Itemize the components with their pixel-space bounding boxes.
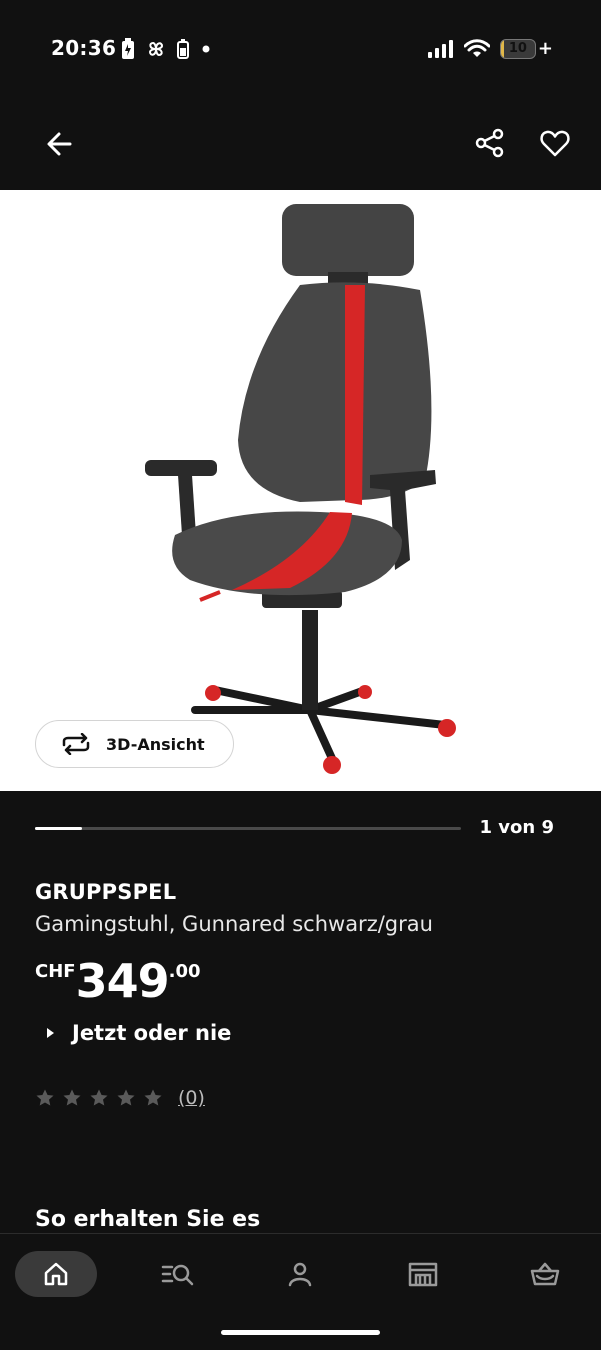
fan-icon (148, 41, 164, 57)
arrow-left-icon (47, 132, 72, 156)
nav-profile[interactable] (259, 1251, 341, 1297)
star-icon (144, 1089, 162, 1106)
status-bar: 20:36 10 + (0, 0, 601, 100)
battery-icon (177, 39, 189, 59)
signal-icon (427, 39, 453, 58)
delivery-section-title: So erhalten Sie es (35, 1207, 261, 1232)
gallery-progress (35, 827, 461, 830)
status-time: 20:36 (51, 36, 117, 60)
status-system: 10 + (427, 38, 553, 59)
favorite-button[interactable] (535, 124, 575, 164)
dot-icon (202, 45, 210, 53)
share-icon (475, 128, 504, 158)
home-indicator[interactable] (221, 1330, 380, 1335)
3d-view-button[interactable]: 3D-Ansicht (35, 720, 234, 768)
battery-level: 10 (508, 40, 527, 56)
product-name: GRUPPSPEL (35, 880, 177, 904)
back-button[interactable] (40, 124, 80, 164)
battery-charging-plus: + (537, 38, 553, 59)
home-icon (44, 1262, 68, 1286)
rating-count-link[interactable]: (0) (178, 1087, 205, 1109)
store-icon (408, 1262, 438, 1287)
wifi-icon (463, 38, 490, 57)
caret-right-icon (47, 1028, 54, 1038)
search-list-icon (161, 1264, 194, 1286)
product-description: Gamingstuhl, Gunnared schwarz/grau (35, 912, 433, 936)
product-page: 20:36 10 + 3D-Ansicht 1 von 9 GRUPPSPEL … (0, 0, 601, 1350)
product-price: CHF 349 .00 (35, 955, 201, 1007)
price-currency: CHF (35, 961, 76, 982)
nav-search[interactable] (137, 1251, 219, 1297)
heart-icon (540, 130, 570, 157)
3d-view-label: 3D-Ansicht (106, 734, 205, 754)
bottom-navigation (0, 1233, 601, 1350)
product-rating[interactable]: (0) (35, 1087, 205, 1109)
app-bar (0, 100, 601, 190)
product-image-gallery[interactable]: 3D-Ansicht (0, 190, 601, 791)
promo-expander[interactable]: Jetzt oder nie (47, 1021, 231, 1045)
gallery-counter: 1 von 9 (479, 817, 555, 838)
battery-charging-icon (122, 38, 134, 59)
price-integer: 349 (75, 954, 170, 1008)
nav-basket[interactable] (504, 1251, 586, 1297)
product-image (145, 204, 456, 774)
person-icon (288, 1262, 312, 1287)
gallery-progress-fill (35, 827, 83, 830)
star-icon (90, 1089, 108, 1106)
star-icon (63, 1089, 81, 1106)
share-button[interactable] (470, 124, 510, 164)
rotate-icon (62, 733, 90, 755)
battery-indicator: 10 (499, 38, 536, 59)
basket-icon (530, 1262, 560, 1286)
star-icon (36, 1089, 54, 1106)
rating-stars (35, 1088, 163, 1108)
status-notifications (121, 38, 213, 60)
nav-home[interactable] (15, 1251, 97, 1297)
price-decimal: .00 (168, 961, 201, 982)
star-icon (117, 1089, 135, 1106)
nav-stores[interactable] (382, 1251, 464, 1297)
promo-label: Jetzt oder nie (72, 1021, 232, 1045)
